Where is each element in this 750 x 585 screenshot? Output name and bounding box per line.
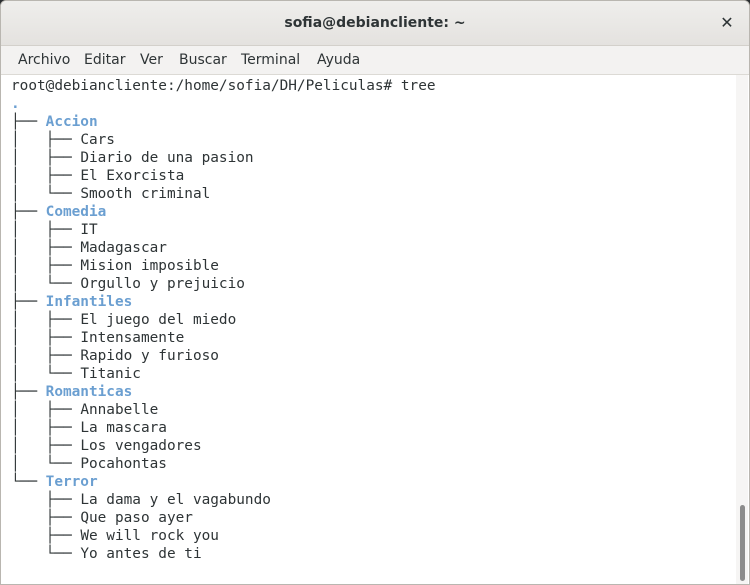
tree-file: │ ├── Rapido y furioso [11,347,219,365]
tree-branch: └── [11,474,46,490]
tree-branch: │ └── [11,456,81,472]
tree-file: │ └── Orgullo y prejuicio [11,275,245,293]
tree-branch: │ ├── [11,240,81,256]
file-name: Que paso ayer [80,510,193,526]
terminal-window: sofia@debiancliente: ~ ✕ Archivo Editar … [0,0,750,585]
tree-file: │ ├── La mascara [11,419,167,437]
file-name: Madagascar [80,240,167,256]
file-name: Diario de una pasion [80,150,254,166]
menu-ayuda[interactable]: Ayuda [317,46,360,74]
tree-branch: │ └── [11,366,81,382]
file-name: La dama y el vagabundo [80,492,271,508]
file-name: Smooth criminal [80,186,211,202]
file-name: Pocahontas [80,456,167,472]
directory-name: Terror [45,474,98,490]
tree-branch: │ ├── [11,420,81,436]
tree-file: ├── Que paso ayer [11,509,193,527]
prompt: root@debiancliente:/home/sofia/DH/Pelicu… [11,78,401,94]
menu-ver[interactable]: Ver [140,46,163,74]
tree-branch: ├── [11,510,81,526]
tree-branch: │ ├── [11,312,81,328]
tree-file: │ ├── El Exorcista [11,167,184,185]
tree-file: │ ├── Intensamente [11,329,184,347]
tree-file: └── Yo antes de ti [11,545,202,563]
tree-branch: ├── [11,384,46,400]
tree-branch: ├── [11,528,81,544]
tree-file: │ ├── Los vengadores [11,437,202,455]
tree-file: │ └── Smooth criminal [11,185,210,203]
file-name: We will rock you [80,528,219,544]
tree-file: │ └── Pocahontas [11,455,167,473]
tree-file: │ ├── El juego del miedo [11,311,236,329]
tree-directory: ├── Accion [11,113,98,131]
tree-file: │ ├── IT [11,221,98,239]
menu-archivo[interactable]: Archivo [18,46,70,74]
menu-editar[interactable]: Editar [84,46,125,74]
directory-name: Accion [45,114,98,130]
file-name: Mision imposible [80,258,219,274]
file-name: Cars [80,132,115,148]
tree-file: │ ├── Cars [11,131,115,149]
scrollbar-thumb[interactable] [740,505,745,581]
file-name: El Exorcista [80,168,185,184]
file-name: La mascara [80,420,167,436]
window-title: sofia@debiancliente: ~ [284,15,466,31]
command: tree [400,78,436,94]
tree-branch: │ ├── [11,330,81,346]
tree-branch: │ ├── [11,348,81,364]
directory-name: Comedia [45,204,107,220]
file-name: Titanic [80,366,141,382]
tree-branch: │ ├── [11,402,81,418]
file-name: El juego del miedo [80,312,237,328]
tree-file: │ ├── Annabelle [11,401,158,419]
tree-branch: │ ├── [11,150,81,166]
prompt-line: root@debiancliente:/home/sofia/DH/Pelicu… [11,77,436,95]
file-name: Los vengadores [80,438,202,454]
tree-file: │ ├── Diario de una pasion [11,149,254,167]
tree-branch: └── [11,546,81,562]
close-icon[interactable]: ✕ [715,11,739,35]
tree-branch: ├── [11,492,81,508]
menu-buscar[interactable]: Buscar [179,46,227,74]
tree-branch: │ ├── [11,132,81,148]
tree-branch: ├── [11,294,46,310]
file-name: Intensamente [80,330,185,346]
tree-branch: │ ├── [11,258,81,274]
file-name: Orgullo y prejuicio [80,276,245,292]
directory-name: Romanticas [45,384,133,400]
tree-file: ├── We will rock you [11,527,219,545]
tree-directory: ├── Infantiles [11,293,132,311]
tree-branch: │ ├── [11,168,81,184]
menu-bar: Archivo Editar Ver Buscar Terminal Ayuda [1,46,749,75]
title-bar[interactable]: sofia@debiancliente: ~ ✕ [1,1,749,46]
file-name: Annabelle [80,402,159,418]
tree-branch: │ └── [11,186,81,202]
tree-branch: │ ├── [11,222,81,238]
tree-branch: │ ├── [11,438,81,454]
tree-branch: ├── [11,204,46,220]
tree-directory: ├── Romanticas [11,383,132,401]
tree-file: │ ├── Mision imposible [11,257,219,275]
file-name: IT [80,222,98,238]
tree-file: │ ├── Madagascar [11,239,167,257]
tree-root: . [11,96,20,112]
tree-branch: │ └── [11,276,81,292]
directory-name: Infantiles [45,294,133,310]
tree-file: │ └── Titanic [11,365,141,383]
terminal-output[interactable]: root@debiancliente:/home/sofia/DH/Pelicu… [1,75,733,584]
tree-branch: ├── [11,114,46,130]
tree-directory: └── Terror [11,473,98,491]
tree-file: ├── La dama y el vagabundo [11,491,271,509]
file-name: Rapido y furioso [80,348,219,364]
menu-terminal[interactable]: Terminal [241,46,300,74]
file-name: Yo antes de ti [80,546,202,562]
tree-directory: ├── Comedia [11,203,106,221]
